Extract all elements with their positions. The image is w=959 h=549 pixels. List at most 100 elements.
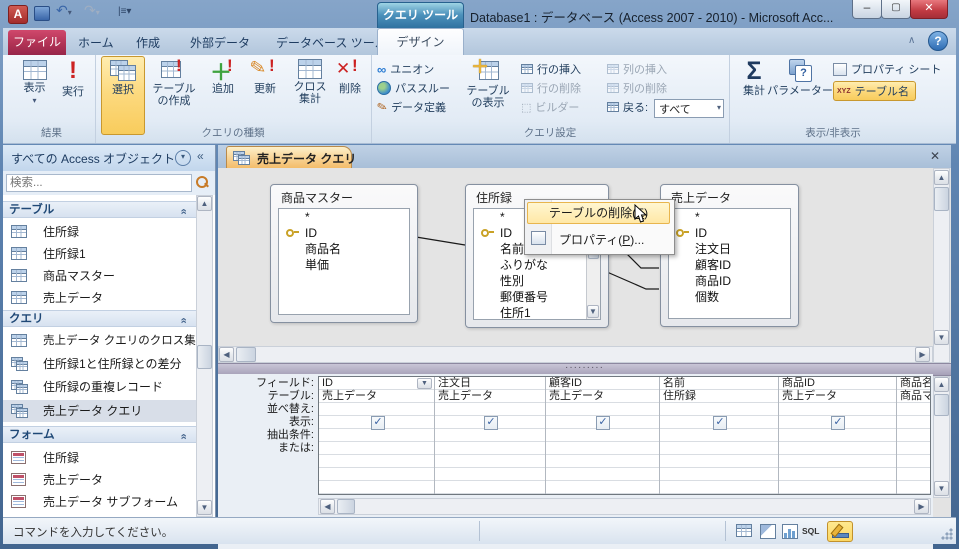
field-dropdown-icon[interactable]: ▼ [417, 378, 432, 389]
show-checkbox[interactable]: ✓ [596, 416, 610, 430]
field-row[interactable]: 商品ID [669, 273, 790, 289]
table-names-button[interactable]: XYZ テーブル名 [833, 81, 916, 101]
field-list-sales[interactable]: 売上データ * ID 注文日 顧客ID 商品ID 個数 [660, 184, 799, 327]
field-row[interactable]: 単価 [279, 257, 409, 273]
scroll-up-icon[interactable]: ▲ [197, 196, 212, 211]
scroll-down-icon[interactable]: ▼ [587, 305, 599, 318]
grid-field-cell[interactable]: 商品ID [782, 377, 815, 390]
show-checkbox[interactable]: ✓ [713, 416, 727, 430]
context-menu-item-properties[interactable]: プロパティ(P)... [559, 231, 644, 248]
update-query-button[interactable]: ✎ ! 更新 [245, 56, 285, 136]
field-row[interactable]: * [279, 209, 409, 225]
grid-field-cell[interactable]: 顧客ID [549, 377, 582, 390]
tab-create[interactable]: 作成 [136, 34, 160, 51]
grid-h-scrollbar[interactable] [318, 498, 931, 515]
run-button[interactable]: ! 実行 [55, 57, 91, 133]
field-row[interactable]: 商品名 [279, 241, 409, 257]
show-checkbox[interactable]: ✓ [484, 416, 498, 430]
scroll-down-icon[interactable]: ▼ [197, 500, 212, 515]
field-row[interactable]: ふりがな [474, 257, 600, 273]
nav-item-query-selected[interactable]: 売上データ クエリ [3, 400, 196, 422]
nav-section-queries[interactable]: クエリ « [3, 310, 196, 327]
grid-field-cell[interactable]: 注文日 [438, 377, 471, 390]
nav-scrollbar-thumb[interactable] [197, 345, 212, 369]
field-list-products[interactable]: 商品マスター * ID 商品名 単価 [270, 184, 418, 323]
nav-item-query[interactable]: 住所録1と住所録との差分 [3, 353, 191, 375]
app-logo-icon[interactable]: A [8, 5, 28, 24]
view-button[interactable]: 表示 ▾ [16, 57, 53, 133]
field-row[interactable]: 郵便番号 [474, 289, 600, 305]
design-v-thumb[interactable] [934, 187, 949, 211]
pivotchart-view-icon[interactable] [782, 524, 798, 539]
nav-item-table[interactable]: 住所録1 [3, 243, 191, 265]
tab-design-active[interactable]: デザイン [377, 28, 464, 56]
document-tab-active[interactable]: 売上データ クエリ [226, 146, 356, 169]
qat-customize-icon[interactable]: |≡▾ [118, 6, 131, 17]
show-checkbox[interactable]: ✓ [831, 416, 845, 430]
grid-table-cell[interactable]: 住所録 [663, 390, 696, 403]
field-row[interactable]: 住所1 [474, 305, 600, 319]
grid-field-cell[interactable]: ID [322, 377, 333, 390]
minimize-button[interactable]: ‒ [852, 0, 882, 19]
grid-field-cell[interactable]: 商品名 [900, 377, 930, 390]
field-row[interactable]: 個数 [669, 289, 790, 305]
scroll-right-icon[interactable]: ▶ [914, 499, 929, 514]
grid-table-cell[interactable]: 売上データ [322, 390, 377, 403]
maximize-button[interactable]: ▢ [881, 0, 911, 19]
close-button[interactable]: ✕ [910, 0, 948, 19]
nav-item-query[interactable]: 住所録の重複レコード [3, 376, 191, 398]
scroll-left-icon[interactable]: ◀ [219, 347, 234, 362]
grid-v-thumb[interactable] [934, 394, 949, 416]
field-row[interactable]: 注文日 [669, 241, 790, 257]
field-row[interactable]: 顧客ID [669, 257, 790, 273]
pivottable-view-icon[interactable] [760, 524, 776, 539]
tab-database-tools[interactable]: データベース ツール [276, 34, 387, 51]
scroll-down-icon[interactable]: ▼ [934, 481, 949, 496]
tab-home[interactable]: ホーム [78, 34, 114, 51]
nav-item-form[interactable]: 売上データ サブフォーム [3, 491, 191, 513]
delete-rows-button[interactable]: 行の削除 [521, 80, 581, 96]
scroll-up-icon[interactable]: ▲ [934, 170, 949, 185]
nav-item-table[interactable]: 売上データ [3, 287, 191, 309]
append-query-button[interactable]: ＋ ! 追加 [203, 56, 243, 136]
design-h-scrollbar[interactable] [218, 346, 933, 363]
scroll-up-icon[interactable]: ▲ [934, 377, 949, 392]
passthrough-button[interactable]: パススルー [377, 80, 450, 96]
field-row[interactable]: 性別 [474, 273, 600, 289]
grid-h-thumb[interactable] [337, 499, 355, 514]
nav-item-form[interactable]: 住所録 [3, 447, 191, 469]
help-icon[interactable]: ? [928, 31, 948, 51]
grid-table-cell[interactable]: 商品マスター [900, 390, 930, 403]
design-grid[interactable]: ID 注文日 顧客ID 名前 商品ID 商品名 売上データ 売上データ 売上デー… [318, 376, 931, 495]
union-button[interactable]: ∞ ユニオン [377, 61, 434, 77]
tab-file[interactable]: ファイル [8, 30, 66, 55]
save-icon[interactable] [34, 6, 50, 21]
nav-header[interactable]: すべての Access オブジェクト ▾ « [3, 145, 215, 172]
redo-icon[interactable]: ↷▾ [84, 2, 100, 19]
property-sheet-button[interactable]: プロパティ シート [833, 61, 941, 77]
undo-icon[interactable]: ↶▾ [56, 2, 72, 19]
return-combobox[interactable]: すべて ▾ [654, 99, 724, 118]
insert-rows-button[interactable]: 行の挿入 [521, 61, 581, 77]
field-row[interactable]: ID [279, 225, 409, 241]
resize-grip[interactable] [941, 528, 953, 540]
close-document-icon[interactable]: ✕ [930, 149, 940, 163]
nav-item-query[interactable]: 売上データ クエリのクロス集計 [3, 330, 207, 352]
design-h-thumb[interactable] [236, 347, 256, 362]
tab-external-data[interactable]: 外部データ [190, 34, 250, 51]
minimize-ribbon-icon[interactable]: ∧ [908, 35, 915, 46]
grid-table-cell[interactable]: 売上データ [549, 390, 604, 403]
design-view-icon-selected[interactable] [827, 521, 853, 542]
context-menu-item-delete-table[interactable]: テーブルの削除(E) [527, 202, 670, 224]
sql-view-icon[interactable]: SQL [802, 526, 819, 536]
grid-table-cell[interactable]: 売上データ [438, 390, 493, 403]
crosstab-query-button[interactable]: クロス集計 [287, 56, 333, 136]
scroll-down-icon[interactable]: ▼ [934, 330, 949, 345]
select-query-button[interactable]: 選択 [101, 56, 145, 135]
scroll-left-icon[interactable]: ◀ [320, 499, 335, 514]
datasheet-view-icon[interactable] [736, 524, 752, 537]
nav-menu-dropdown-icon[interactable]: ▾ [175, 150, 191, 166]
data-definition-button[interactable]: ✎ データ定義 [375, 99, 446, 115]
parameters-button[interactable]: ? パラメーター [767, 56, 833, 136]
show-checkbox[interactable]: ✓ [371, 416, 385, 430]
